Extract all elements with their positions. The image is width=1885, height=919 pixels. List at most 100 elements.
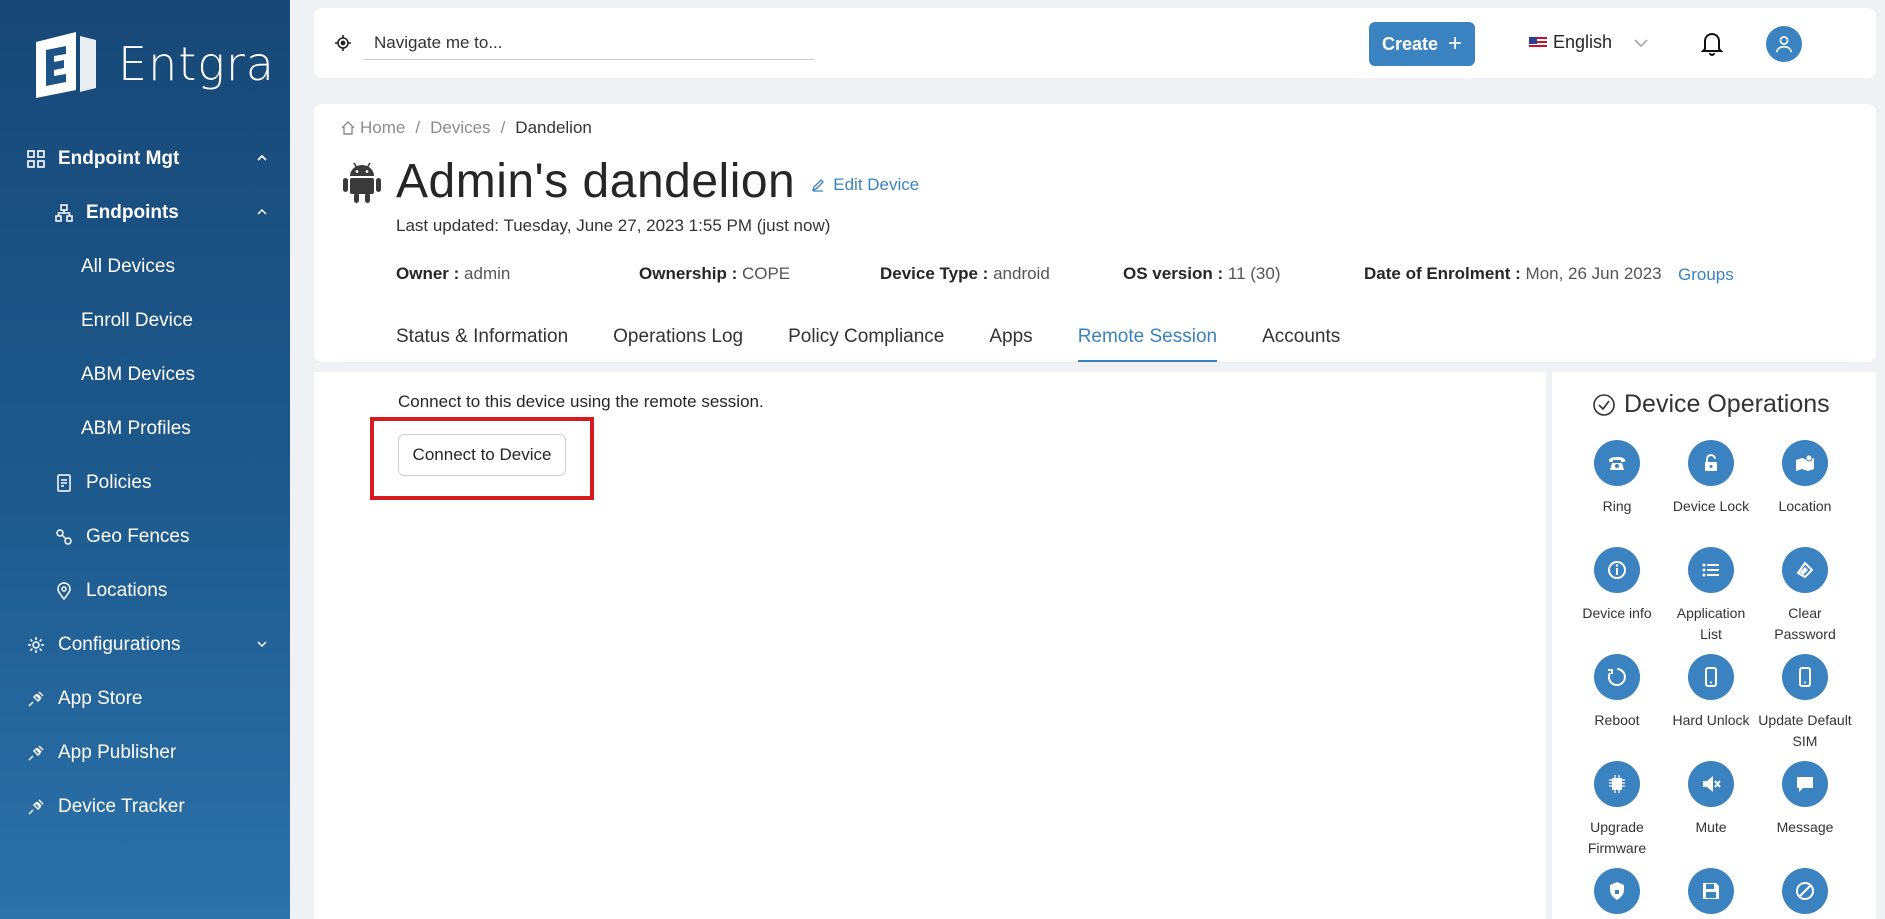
sidebar-item-label: Device Tracker — [58, 796, 185, 817]
sidebar-item-all-devices[interactable]: All Devices — [0, 240, 290, 294]
block-button[interactable] — [1782, 868, 1828, 914]
breadcrumb-separator: / — [415, 118, 421, 137]
chip-icon — [1609, 775, 1625, 793]
operation-device-info[interactable]: Device info — [1570, 547, 1664, 624]
breadcrumb-devices[interactable]: Devices — [430, 118, 490, 138]
operation-save[interactable] — [1664, 868, 1758, 914]
sidebar-item-geo-fences[interactable]: Geo Fences — [0, 510, 290, 564]
tab-operations-log[interactable]: Operations Log — [613, 318, 743, 362]
ownership-value: COPE — [741, 264, 791, 283]
save-button[interactable] — [1688, 868, 1734, 914]
breadcrumb: Home / Devices / Dandelion — [340, 118, 592, 138]
tab-apps[interactable]: Apps — [989, 318, 1032, 362]
sidebar: Entgra Endpoint Mgt Endpoints All Device… — [0, 0, 290, 919]
ownership-field: Ownership : COPE — [639, 264, 790, 284]
mobile-icon — [1705, 667, 1717, 687]
tab-status-information[interactable]: Status & Information — [396, 318, 568, 362]
enrolment-date-value: Mon, 26 Jun 2023 — [1525, 264, 1662, 283]
operation-label: Device Lock — [1672, 498, 1750, 514]
sidebar-item-policies[interactable]: Policies — [0, 456, 290, 510]
operation-shield[interactable] — [1570, 868, 1664, 914]
sidebar-item-abm-devices[interactable]: ABM Devices — [0, 348, 290, 402]
sidebar-item-configurations[interactable]: Configurations — [0, 618, 290, 672]
sidebar-item-app-store[interactable]: App Store — [0, 672, 290, 726]
operation-label: Location — [1778, 498, 1832, 514]
sidebar-item-endpoint-mgt[interactable]: Endpoint Mgt — [0, 132, 290, 186]
reboot-button[interactable] — [1594, 654, 1640, 700]
tab-remote-session[interactable]: Remote Session — [1077, 318, 1218, 362]
device-info-button[interactable] — [1594, 547, 1640, 593]
edit-device-link[interactable]: Edit Device — [811, 175, 919, 195]
sidebar-item-app-publisher[interactable]: App Publisher — [0, 726, 290, 780]
hard-unlock-button[interactable] — [1688, 654, 1734, 700]
sidebar-item-endpoints[interactable]: Endpoints — [0, 186, 290, 240]
operation-reboot[interactable]: Reboot — [1570, 654, 1664, 731]
operation-label: Reboot — [1594, 712, 1640, 728]
plug-icon — [26, 797, 46, 817]
navigate-search — [334, 24, 820, 62]
operation-label: Ring — [1602, 498, 1632, 514]
location-button[interactable] — [1782, 440, 1828, 486]
operation-update-default-sim[interactable]: Update Default SIM — [1758, 654, 1852, 752]
bell-icon[interactable] — [1700, 30, 1724, 56]
android-icon — [343, 162, 381, 203]
save-icon — [1703, 883, 1719, 899]
operation-upgrade-firmware[interactable]: Upgrade Firmware — [1570, 761, 1664, 859]
brand-logo[interactable]: Entgra — [30, 28, 275, 100]
operation-device-lock[interactable]: Device Lock — [1664, 440, 1758, 517]
tab-accounts[interactable]: Accounts — [1262, 318, 1340, 362]
device-lock-button[interactable] — [1688, 440, 1734, 486]
sidebar-item-label: Locations — [86, 580, 168, 601]
operations-title-label: Device Operations — [1624, 390, 1830, 418]
sidebar-item-enroll-device[interactable]: Enroll Device — [0, 294, 290, 348]
tab-policy-compliance[interactable]: Policy Compliance — [788, 318, 944, 362]
avatar[interactable] — [1766, 26, 1802, 62]
operation-application-list[interactable]: Application List — [1664, 547, 1758, 645]
grid-icon — [26, 149, 46, 169]
sidebar-item-device-tracker[interactable]: Device Tracker — [0, 780, 290, 834]
page-title: Admin's dandelion — [396, 155, 796, 208]
tabs-divider — [342, 362, 1848, 363]
create-button[interactable]: Create + — [1369, 22, 1475, 66]
breadcrumb-home[interactable]: Home — [360, 118, 405, 138]
sidebar-item-abm-profiles[interactable]: ABM Profiles — [0, 402, 290, 456]
breadcrumb-separator: / — [500, 118, 506, 137]
operation-label: Device info — [1582, 605, 1652, 621]
chevron-up-icon — [257, 208, 267, 215]
mute-button[interactable] — [1688, 761, 1734, 807]
owner-label: Owner : — [396, 264, 460, 283]
operation-hard-unlock[interactable]: Hard Unlock — [1664, 654, 1758, 731]
owner-field: Owner : admin — [396, 264, 510, 284]
operation-ring[interactable]: Ring — [1570, 440, 1664, 517]
operation-label: Application List — [1676, 605, 1746, 642]
search-input[interactable] — [364, 26, 814, 60]
groups-link[interactable]: Groups — [1678, 265, 1734, 285]
sidebar-item-locations[interactable]: Locations — [0, 564, 290, 618]
connect-to-device-button[interactable]: Connect to Device — [398, 434, 566, 476]
edit-device-label: Edit Device — [833, 174, 920, 194]
operation-block[interactable] — [1758, 868, 1852, 914]
breadcrumb-current: Dandelion — [515, 118, 592, 137]
update-default-sim-button[interactable] — [1782, 654, 1828, 700]
device-header: Home / Devices / Dandelion Admin's dande… — [314, 104, 1876, 363]
operation-clear-password[interactable]: Clear Password — [1758, 547, 1852, 645]
map-icon — [1796, 454, 1814, 471]
application-list-button[interactable] — [1688, 547, 1734, 593]
ring-button[interactable] — [1594, 440, 1640, 486]
device-type-label: Device Type : — [880, 264, 989, 283]
operation-message[interactable]: Message — [1758, 761, 1852, 838]
operation-label: Message — [1776, 819, 1834, 835]
user-icon — [1775, 35, 1793, 53]
operation-mute[interactable]: Mute — [1664, 761, 1758, 838]
message-button[interactable] — [1782, 761, 1828, 807]
shield-button[interactable] — [1594, 868, 1640, 914]
clear-password-button[interactable] — [1782, 547, 1828, 593]
operation-location[interactable]: Location — [1758, 440, 1852, 517]
upgrade-firmware-button[interactable] — [1594, 761, 1640, 807]
plus-icon: + — [1448, 30, 1463, 57]
info-icon — [1608, 561, 1626, 579]
enrolment-date-field: Date of Enrolment : Mon, 26 Jun 2023 — [1364, 264, 1662, 284]
operation-label: Update Default SIM — [1758, 712, 1852, 749]
create-button-label: Create — [1381, 33, 1438, 54]
language-selector[interactable]: English — [1529, 32, 1648, 53]
